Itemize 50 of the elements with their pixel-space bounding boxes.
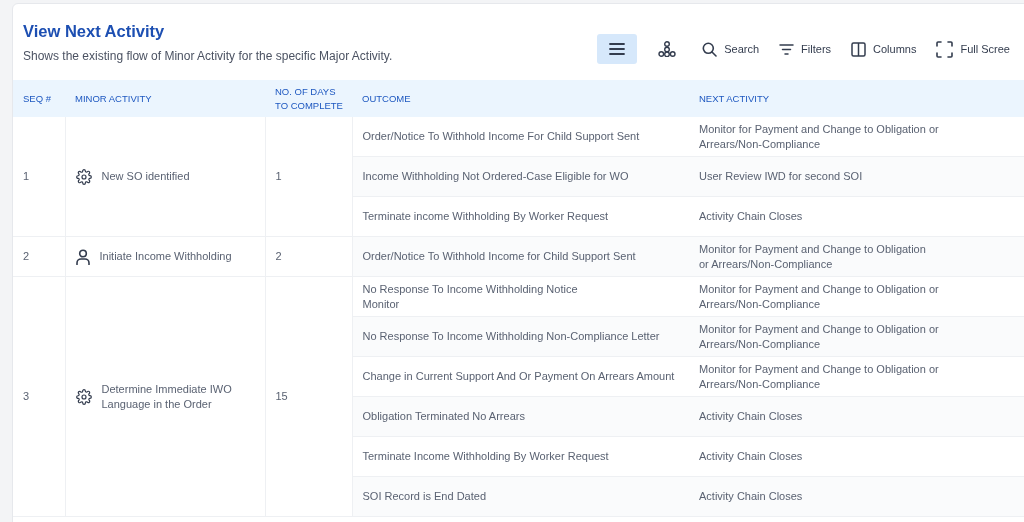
person-icon (75, 248, 90, 265)
gear-icon (75, 388, 92, 405)
table-cell: User Review IWD for second SOI (689, 156, 1024, 197)
search-button[interactable]: Search (697, 34, 765, 64)
fullscreen-button[interactable]: Full Scree (931, 34, 1015, 64)
table-cell: Order/Notice To Withhold Income For Child Support Sent (352, 117, 689, 157)
minor-activity-text: Initiate Income Withholding (99, 249, 232, 264)
table-cell: Terminate income Withholding By Worker Request (352, 196, 689, 237)
fullscreen-icon (936, 40, 954, 58)
table-cell: 2 (265, 236, 352, 277)
list-view-icon (609, 43, 626, 55)
column-header: MINOR ACTIVITY (65, 80, 265, 117)
filter-icon (779, 43, 795, 55)
table-cell: Monitor for Payment and Change to Obligation or Arrears/Non-Compliance (689, 356, 1024, 397)
page-subtitle: Shows the existing flow of Minor Activity for the specific Major Activity. (23, 49, 394, 63)
columns-button[interactable]: Columns (846, 34, 922, 64)
table-cell: Terminate Income Withholding By Worker Request (352, 436, 689, 477)
columns-icon (851, 41, 867, 57)
search-icon (702, 41, 718, 57)
filters-button[interactable]: Filters (774, 34, 837, 64)
column-header: OUTCOME (352, 80, 689, 117)
table-cell: Change in Current Support And Or Payment On Arrears Amount (352, 356, 689, 397)
minor-activity-text: Determine Immediate IWO Language in the Order (101, 381, 232, 412)
table-cell: Monitor for Payment and Change to Obligation or Arrears/Non-Compliance (689, 276, 1024, 317)
table-cell: SOI Record is End Dated (352, 476, 689, 517)
table-cell: 15 (265, 276, 352, 517)
table-cell: Activity Chain Closes (689, 396, 1024, 437)
table-cell: Monitor for Payment and Change to Obligation or Arrears/Non-Compliance (689, 117, 1024, 157)
column-header: SEQ # (13, 80, 65, 117)
table-cell: 3 (13, 276, 65, 517)
column-header: NO. OF DAYS TO COMPLETE (265, 80, 352, 117)
table-cell: 1 (13, 117, 65, 237)
list-view-button[interactable] (597, 34, 638, 64)
table-cell: Activity Chain Closes (689, 476, 1024, 517)
table-cell: No Response To Income Withholding Notice Monitor (352, 276, 689, 317)
table-cell: Order/Notice To Withhold Income for Child Support Sent (352, 236, 689, 277)
table-cell: Income Withholding Not Ordered-Case Eligible for WO (352, 156, 689, 197)
page-title: View Next Activity (23, 22, 166, 41)
table-cell: Monitor for Payment and Change to Obligation or Arrears/Non-Compliance (689, 316, 1024, 357)
minor-activity-text: New SO identified (101, 169, 190, 184)
table-cell: 1 (265, 117, 352, 237)
table-cell: 2 (13, 236, 65, 277)
hierarchy-icon (658, 41, 677, 57)
table-cell: Activity Chain Closes (689, 436, 1024, 477)
table-cell: No Response To Income Withholding Non-Compliance Letter (352, 316, 689, 357)
table-cell: Activity Chain Closes (689, 196, 1024, 237)
gear-icon (75, 168, 92, 185)
column-header: NEXT ACTIVITY (689, 80, 1024, 117)
table-cell: Monitor for Payment and Change to Obligation or Arrears/Non-Compliance (689, 236, 1024, 277)
table-cell: Obligation Terminated No Arrears (352, 396, 689, 437)
